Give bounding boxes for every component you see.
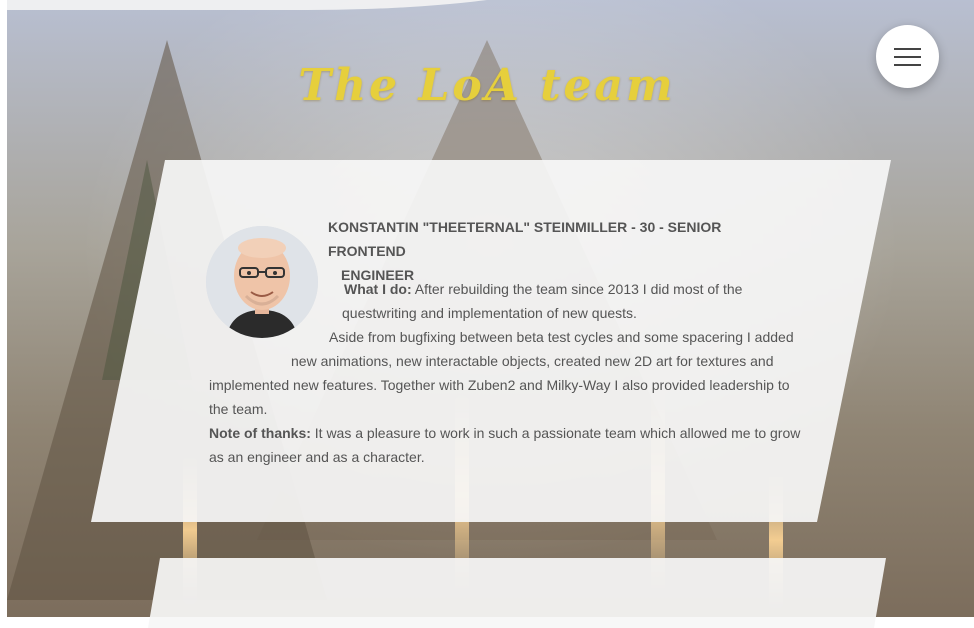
note-of-thanks-text: It was a pleasure to work in such a pass… xyxy=(314,425,801,441)
member-name-line1: KONSTANTIN "THEETERNAL" STEINMILLER - 30… xyxy=(328,219,722,259)
hamburger-menu-icon xyxy=(894,47,921,50)
what-i-do-label: What I do: xyxy=(344,281,412,297)
aside-text-line4: the team. xyxy=(209,401,268,417)
aside-text-line2: new animations, new interactable objects… xyxy=(291,353,774,369)
what-i-do-text: After rebuilding the team since 2013 I d… xyxy=(414,281,743,297)
member-bio: What I do: After rebuilding the team sin… xyxy=(209,277,801,469)
note-of-thanks-text-cont: as an engineer and as a character. xyxy=(209,449,425,465)
what-i-do-text-cont: questwriting and implementation of new q… xyxy=(342,305,637,321)
what-i-do-line: What I do: After rebuilding the team sin… xyxy=(209,277,801,301)
page-title: The LoA team xyxy=(298,60,676,111)
aside-text-line1: Aside from bugfixing between beta test c… xyxy=(329,329,794,345)
hamburger-menu-icon-bar xyxy=(894,55,921,58)
note-of-thanks-label: Note of thanks: xyxy=(209,425,311,441)
top-decoration xyxy=(7,0,607,10)
note-of-thanks-line: Note of thanks: It was a pleasure to wor… xyxy=(209,421,801,445)
aside-text-line3: implemented new features. Together with … xyxy=(209,377,790,393)
next-team-member-card xyxy=(148,558,886,628)
